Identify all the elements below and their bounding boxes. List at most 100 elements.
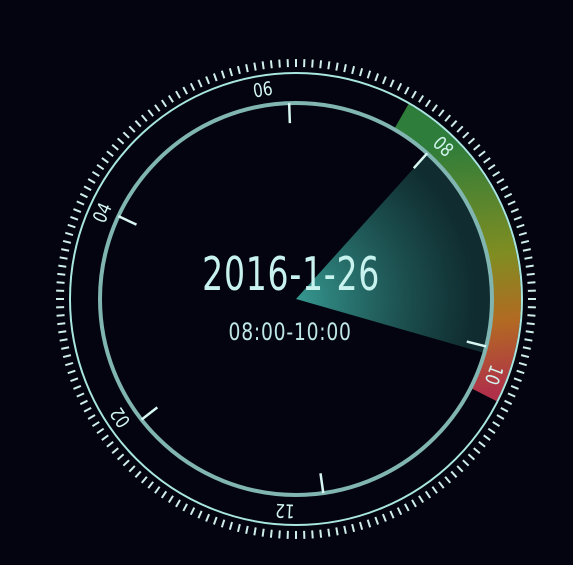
outer-tick	[111, 447, 119, 455]
outer-tick	[389, 79, 395, 88]
outer-tick	[518, 361, 527, 367]
outer-tick	[418, 94, 425, 103]
outer-tick	[431, 486, 438, 494]
selected-date: 2016-1-26	[202, 247, 381, 301]
outer-tick	[524, 338, 533, 342]
outer-tick	[83, 185, 92, 191]
outer-tick	[96, 163, 105, 171]
outer-tick	[147, 109, 154, 117]
hour-label-06[interactable]: 06	[252, 78, 275, 103]
hour-label-12[interactable]: 12	[275, 498, 295, 521]
outer-tick	[140, 114, 148, 122]
outer-tick	[96, 427, 105, 435]
outer-tick	[351, 65, 356, 75]
outer-tick	[87, 178, 96, 184]
outer-tick	[140, 476, 148, 484]
outer-tick	[327, 61, 331, 70]
outer-tick	[492, 170, 501, 177]
outer-tick	[404, 503, 410, 512]
outer-tick	[496, 414, 505, 420]
outer-tick	[220, 70, 226, 79]
outer-tick	[65, 361, 74, 367]
outer-tick	[70, 215, 79, 221]
outer-tick	[76, 392, 85, 398]
outer-tick	[311, 530, 314, 539]
outer-tick	[101, 157, 109, 164]
outer-tick	[411, 499, 417, 508]
outer-tick	[101, 434, 109, 441]
outer-tick	[79, 192, 88, 199]
outer-tick	[57, 272, 66, 276]
outer-tick	[197, 79, 203, 88]
selected-time-range: 08:00-10:00	[228, 318, 352, 346]
clock-dial[interactable]: 06 08 10 12 02 04 2016-1-26 08:00-10:00	[0, 0, 573, 565]
outer-tick	[228, 68, 234, 77]
outer-tick	[478, 150, 486, 157]
outer-tick	[374, 516, 380, 525]
outer-tick	[319, 60, 323, 69]
outer-tick	[182, 86, 188, 95]
outer-tick	[510, 384, 519, 390]
outer-tick	[351, 523, 356, 533]
outer-tick	[381, 513, 387, 522]
outer-tick	[61, 248, 70, 252]
outer-tick	[424, 490, 432, 499]
outer-tick	[65, 231, 74, 237]
hour-label-04[interactable]: 04	[89, 200, 117, 227]
outer-tick	[524, 256, 533, 260]
outer-tick	[507, 200, 516, 206]
outer-tick	[513, 377, 522, 383]
outer-tick	[424, 99, 432, 108]
outer-tick	[236, 523, 241, 533]
outer-tick	[473, 143, 481, 151]
outer-tick	[106, 150, 114, 157]
outer-tick	[456, 465, 464, 473]
hour-tick	[287, 103, 292, 124]
outer-tick	[516, 223, 525, 229]
outer-tick	[111, 143, 119, 151]
outer-tick	[67, 369, 76, 375]
outer-tick	[154, 104, 161, 112]
outer-tick	[444, 476, 452, 484]
outer-tick	[245, 525, 249, 534]
outer-tick	[520, 354, 530, 359]
hour-tick	[319, 473, 325, 494]
outer-tick	[253, 527, 257, 536]
outer-tick	[122, 459, 130, 467]
outer-tick	[389, 510, 395, 519]
outer-tick	[526, 322, 535, 326]
outer-tick	[212, 516, 218, 525]
outer-tick	[91, 421, 100, 428]
outer-tick	[374, 73, 380, 82]
outer-tick	[431, 104, 438, 112]
hour-tick	[117, 215, 138, 226]
outer-tick	[478, 441, 486, 448]
outer-tick	[522, 346, 531, 350]
outer-tick	[205, 76, 211, 85]
outer-tick	[473, 447, 481, 455]
outer-tick	[522, 248, 531, 252]
outer-tick	[366, 70, 372, 79]
outer-tick	[160, 99, 168, 108]
outer-tick	[404, 86, 410, 95]
outer-tick	[59, 256, 68, 260]
outer-tick	[167, 495, 174, 504]
outer-tick	[500, 407, 509, 413]
outer-tick	[128, 465, 136, 473]
outer-tick	[269, 529, 273, 538]
outer-tick	[527, 281, 536, 284]
outer-tick	[261, 528, 265, 537]
outer-tick	[381, 76, 387, 85]
outer-tick	[335, 527, 339, 536]
outer-tick	[513, 215, 522, 221]
outer-tick	[504, 399, 513, 406]
outer-tick	[487, 163, 496, 171]
outer-tick	[62, 354, 72, 359]
outer-tick	[175, 90, 181, 99]
outer-tick	[510, 208, 519, 214]
outer-tick	[228, 521, 234, 530]
outer-tick	[444, 114, 452, 122]
outer-tick	[418, 495, 425, 504]
outer-tick	[67, 223, 76, 229]
outer-tick	[525, 264, 534, 268]
